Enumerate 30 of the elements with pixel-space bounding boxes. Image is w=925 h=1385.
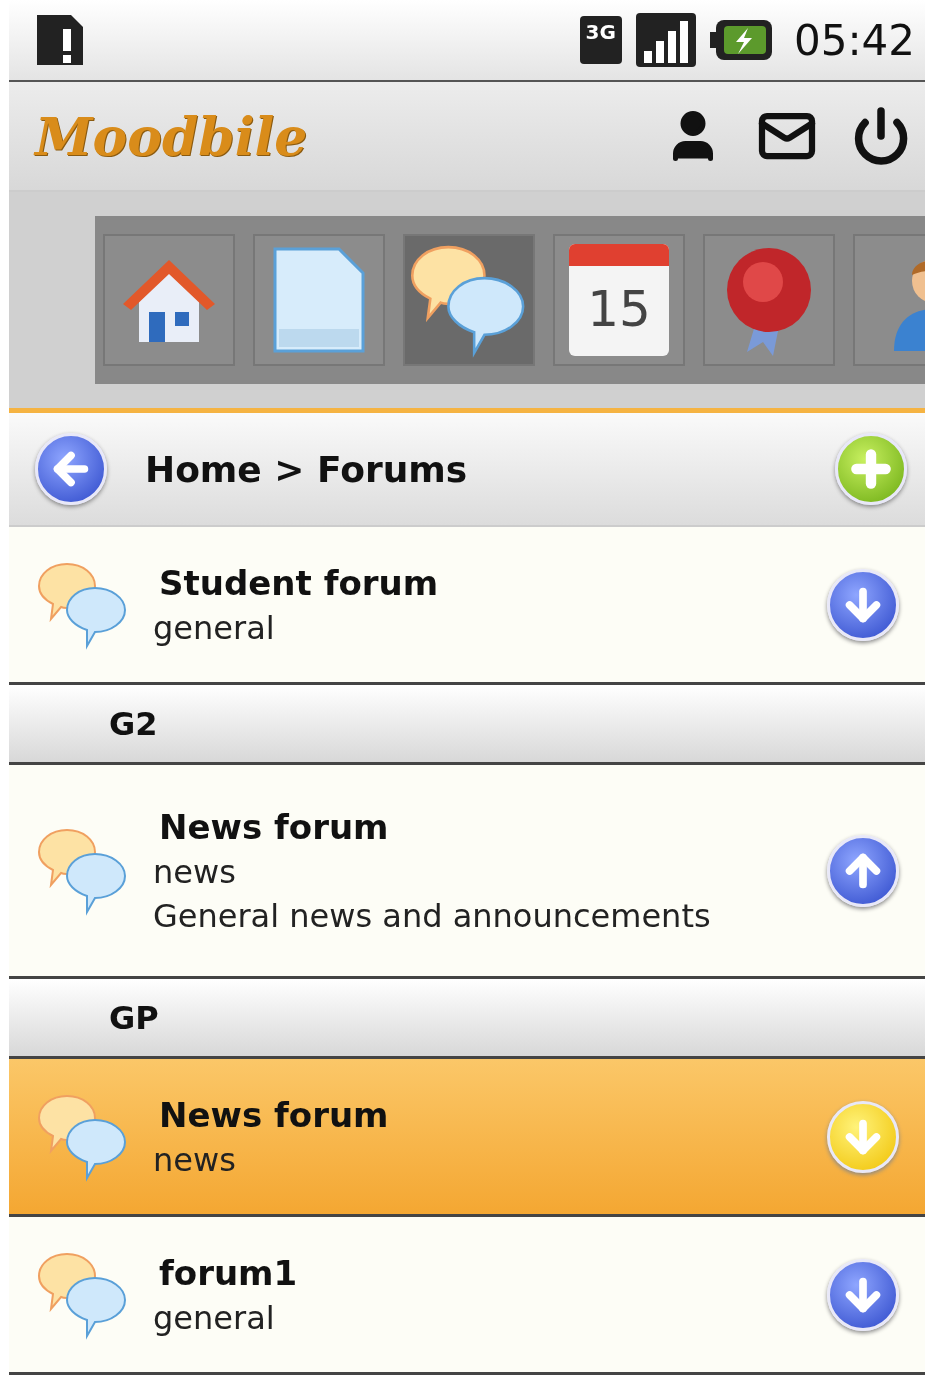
document-icon [271, 245, 367, 355]
forum-title: News forum [158, 806, 390, 847]
forum-type: news [153, 1140, 237, 1179]
forum-row[interactable]: forum1 general [9, 1217, 925, 1375]
forum-type: general [153, 1298, 276, 1337]
arrow-button[interactable] [827, 568, 899, 641]
forum-description: General news and announcements [153, 896, 712, 935]
toolbar-tile[interactable]: 15 [553, 234, 685, 366]
arrow-button[interactable] [827, 1258, 899, 1331]
battery-charging-icon [709, 18, 774, 62]
calendar-day: 15 [587, 280, 651, 338]
arrow-button[interactable] [827, 834, 899, 907]
forum-row[interactable]: News forum news [9, 1059, 925, 1217]
network-type: 3G [579, 16, 622, 64]
forum-row[interactable]: Student forum general [9, 527, 925, 685]
forum-title: forum1 [158, 1252, 299, 1293]
forum-title: Student forum [158, 562, 440, 603]
toolbar-tile[interactable] [103, 234, 235, 366]
signal-icon [633, 11, 698, 69]
forum-row[interactable]: News forum news General news and announcements [9, 765, 925, 979]
breadcrumb: Home > Forums [145, 448, 469, 490]
toolbar-tile[interactable] [403, 234, 535, 366]
forum-type: news [153, 852, 237, 891]
clock: 05:42 [793, 15, 915, 65]
toolbar-tile[interactable] [703, 234, 835, 366]
logo: Moodbile [32, 105, 308, 167]
back-button[interactable] [35, 433, 107, 505]
forum-title: News forum [158, 1094, 390, 1135]
forum-type: general [153, 608, 276, 647]
toolbar-tile[interactable] [253, 234, 385, 366]
